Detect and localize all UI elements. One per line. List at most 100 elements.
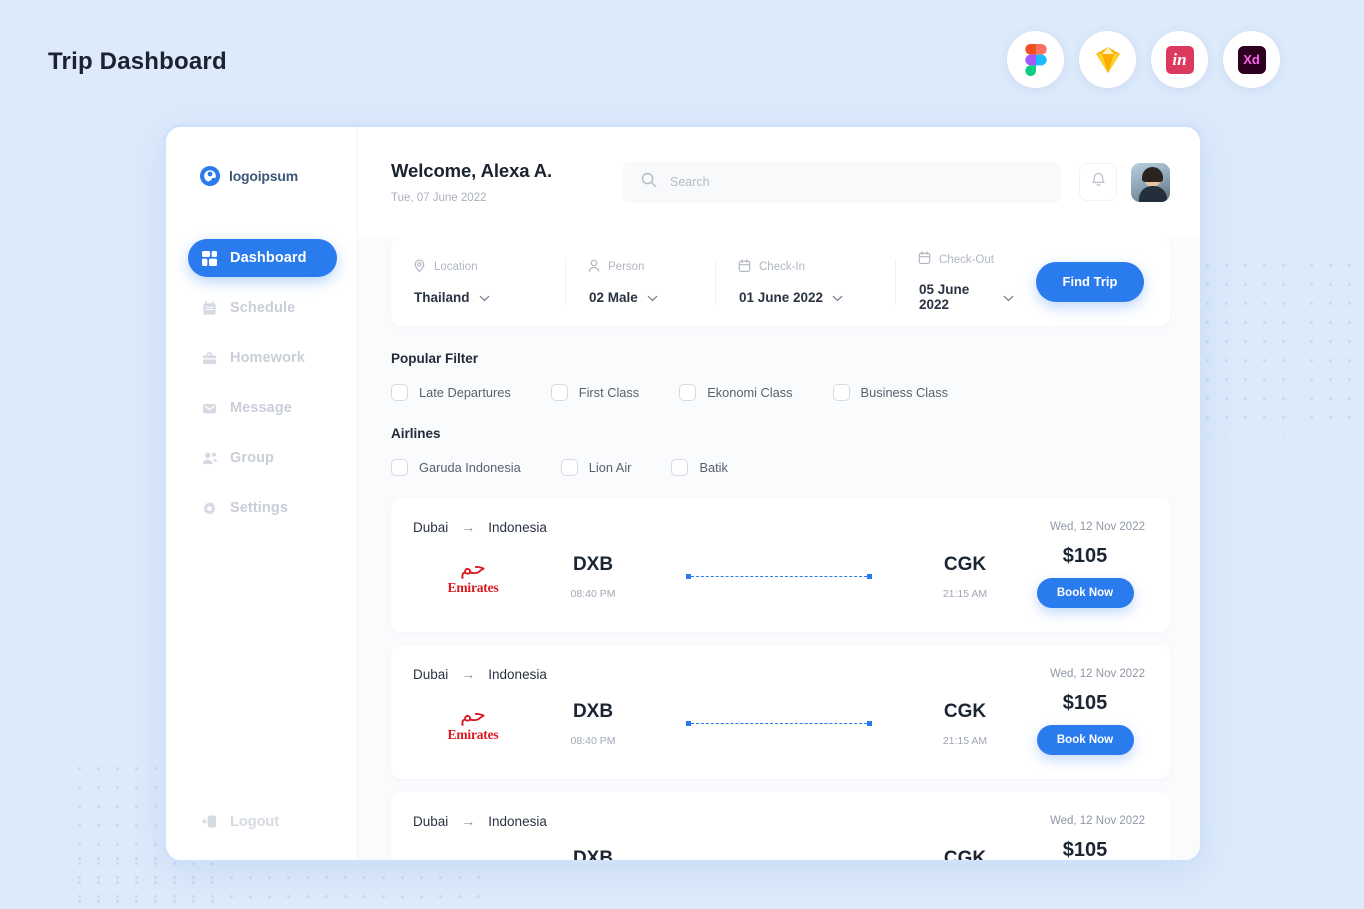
checkbox-box[interactable] xyxy=(671,459,689,476)
flight-date: Wed, 12 Nov 2022 xyxy=(1049,815,1145,827)
flight-card[interactable]: Dubai → Indonesia Wed, 12 Nov 2022 حم Em… xyxy=(391,645,1170,779)
sidebar-item-dashboard[interactable]: Dashboard xyxy=(188,239,337,277)
find-trip-button[interactable]: Find Trip xyxy=(1036,261,1144,302)
checkbox-label: Ekonomi Class xyxy=(707,385,793,400)
logout-label: Logout xyxy=(230,813,280,830)
chevron-down-icon[interactable] xyxy=(1003,290,1014,305)
checkbox-box[interactable] xyxy=(832,384,850,401)
chevron-down-icon[interactable] xyxy=(647,290,658,305)
popular-filter-options: Late Departures First Class Ekonomi Clas… xyxy=(391,384,1170,401)
chevron-down-icon[interactable] xyxy=(479,290,490,305)
sidebar-item-label: Schedule xyxy=(230,300,296,316)
book-now-button[interactable]: Book Now xyxy=(1036,725,1134,755)
flight-route: Dubai → Indonesia xyxy=(413,519,547,535)
airline-name: Emirates xyxy=(447,726,499,742)
flight-date: Wed, 12 Nov 2022 xyxy=(1049,521,1145,533)
trip-field-value-row: 01 June 2022 xyxy=(739,290,873,305)
airline-logo: حم Emirates xyxy=(413,705,533,743)
search-input[interactable]: Search xyxy=(623,161,1061,203)
sidebar-item-settings[interactable]: Settings xyxy=(188,489,337,527)
app-logo[interactable]: logoipsum xyxy=(166,165,357,187)
trip-field-value: 01 June 2022 xyxy=(739,289,824,305)
checkbox-label: Late Departures xyxy=(419,385,511,400)
dot-pattern-right xyxy=(1198,256,1298,436)
logout-icon xyxy=(201,813,218,830)
trip-field-location[interactable]: Location Thailand xyxy=(391,258,566,305)
sidebar-item-logout[interactable]: Logout xyxy=(188,813,279,830)
trip-field-label: Location xyxy=(434,261,478,273)
flight-card-body: حم Emirates DXB 08:40 PM xyxy=(413,839,1145,860)
trip-field-checkin[interactable]: Check-In 01 June 2022 xyxy=(716,258,896,305)
sidebar-item-homework[interactable]: Homework xyxy=(188,339,337,377)
checkbox-box[interactable] xyxy=(550,384,568,401)
figma-icon[interactable] xyxy=(1007,31,1064,88)
checkbox-business-class[interactable]: Business Class xyxy=(832,384,948,401)
trip-field-value: Thailand xyxy=(414,289,470,305)
xd-label: Xd xyxy=(1237,45,1266,74)
sidebar-item-label: Dashboard xyxy=(230,250,307,266)
avatar-hair xyxy=(1142,166,1163,182)
arrow-right-icon: → xyxy=(461,813,476,829)
trip-search-bar: Location Thailand Person 02 Male Check-I… xyxy=(391,237,1170,326)
flight-card-header: Dubai → Indonesia Wed, 12 Nov 2022 xyxy=(413,813,1145,829)
trip-field-label: Person xyxy=(608,261,645,273)
sidebar-item-schedule[interactable]: Schedule xyxy=(188,289,337,327)
sketch-icon[interactable] xyxy=(1079,31,1136,88)
avatar[interactable] xyxy=(1131,162,1170,202)
path-dashes xyxy=(691,723,867,724)
flight-destination: CGK 21:15 AM xyxy=(905,848,1025,861)
path-dashes xyxy=(691,576,867,577)
checkbox-label: Lion Air xyxy=(588,460,632,475)
flight-destination: CGK 21:15 AM xyxy=(905,701,1025,747)
checkbox-lion-air[interactable]: Lion Air xyxy=(560,459,632,476)
origin-airport-code: DXB xyxy=(572,700,614,722)
destination-airport-code: CGK xyxy=(943,553,987,575)
arrow-right-icon: → xyxy=(461,666,476,682)
checkbox-ekonomi-class[interactable]: Ekonomi Class xyxy=(679,384,793,401)
welcome-block: Welcome, Alexa A. Tue, 07 June 2022 xyxy=(391,160,623,204)
trip-field-label-row: Check-Out xyxy=(918,251,1014,268)
airlines-filter-title: Airlines xyxy=(391,426,441,441)
sidebar-item-group[interactable]: Group xyxy=(188,439,337,477)
checkbox-late-departures[interactable]: Late Departures xyxy=(391,384,511,401)
chevron-down-icon[interactable] xyxy=(832,290,843,305)
popular-filter-title: Popular Filter xyxy=(391,351,479,366)
location-pin-icon xyxy=(413,259,426,276)
flight-card[interactable]: Dubai → Indonesia Wed, 12 Nov 2022 حم Em… xyxy=(391,498,1170,632)
flight-price: $105 xyxy=(1062,839,1108,860)
notification-bell-button[interactable] xyxy=(1079,163,1117,201)
topbar: Welcome, Alexa A. Tue, 07 June 2022 Sear… xyxy=(358,127,1200,237)
checkbox-batik[interactable]: Batik xyxy=(671,459,728,476)
book-now-button[interactable]: Book Now xyxy=(1036,578,1134,608)
trip-field-checkout[interactable]: Check-Out 05 June 2022 xyxy=(896,251,1036,312)
checkbox-box[interactable] xyxy=(560,459,578,476)
checkbox-garuda-indonesia[interactable]: Garuda Indonesia xyxy=(391,459,521,476)
dot-pattern-right-edge xyxy=(1302,256,1364,436)
flight-card-header: Dubai → Indonesia Wed, 12 Nov 2022 xyxy=(413,519,1145,535)
checkbox-first-class[interactable]: First Class xyxy=(550,384,639,401)
sidebar-nav: Dashboard Schedule Homework Message Grou… xyxy=(166,239,357,527)
trip-field-person[interactable]: Person 02 Male xyxy=(566,258,716,305)
checkbox-label: Garuda Indonesia xyxy=(419,460,521,475)
sidebar-item-label: Settings xyxy=(230,500,288,516)
design-tool-icons: in Xd xyxy=(1007,31,1280,88)
flight-origin: DXB 08:40 PM xyxy=(533,848,653,861)
briefcase-icon xyxy=(201,350,218,367)
checkbox-box[interactable] xyxy=(679,384,697,401)
trip-field-label-row: Person xyxy=(588,259,693,276)
flight-card[interactable]: Dubai → Indonesia Wed, 12 Nov 2022 حم Em… xyxy=(391,792,1170,860)
adobe-xd-icon[interactable]: Xd xyxy=(1223,31,1280,88)
popular-filter-section: Popular Filter Late Departures First Cla… xyxy=(391,326,1170,401)
calendar-icon xyxy=(738,258,751,276)
trip-field-value-row: Thailand xyxy=(414,290,543,305)
checkbox-box[interactable] xyxy=(391,459,408,476)
sidebar-item-message[interactable]: Message xyxy=(188,389,337,427)
invision-icon[interactable]: in xyxy=(1151,31,1208,88)
logoipsum-icon xyxy=(199,165,221,187)
destination-time: 21:15 AM xyxy=(942,587,988,600)
gear-icon xyxy=(201,500,218,517)
destination-city: Indonesia xyxy=(488,519,547,535)
sidebar-item-label: Group xyxy=(230,450,274,466)
emirates-calligraphy-icon: حم xyxy=(460,556,486,579)
checkbox-box[interactable] xyxy=(391,384,408,401)
